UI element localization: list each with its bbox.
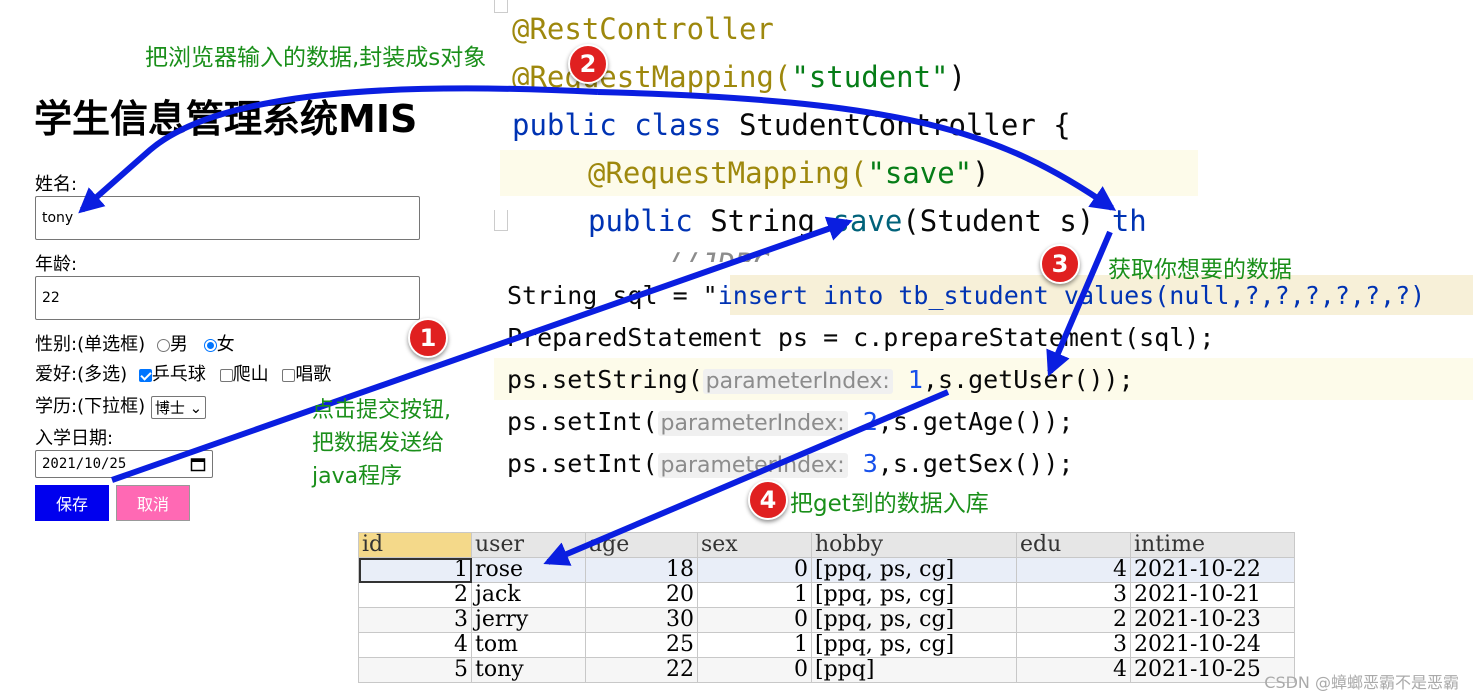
step4-note: 把get到的数据入库 — [790, 491, 989, 517]
step1-badge: 1 — [408, 318, 448, 358]
step1-note: 点击提交按钮, 把数据发送给 java程序 — [312, 394, 451, 493]
step2-badge: 2 — [568, 44, 608, 84]
watermark: CSDN @蟑螂恶霸不是恶霸 — [1264, 673, 1459, 692]
step3-note: 获取你想要的数据 — [1108, 257, 1292, 283]
arrow-step2-to-param — [597, 89, 1117, 211]
step1-note-line1: 点击提交按钮, — [312, 398, 451, 423]
arrow-step2-to-form — [78, 85, 599, 214]
arrow-step1 — [111, 216, 853, 483]
step4-badge: 4 — [748, 480, 788, 520]
arrow-step4 — [543, 389, 950, 566]
step1-note-line3: java程序 — [312, 464, 403, 489]
step3-badge: 3 — [1040, 244, 1080, 284]
step1-note-line2: 把数据发送给 — [312, 431, 445, 456]
step2-note: 把浏览器输入的数据,封装成s对象 — [145, 45, 487, 71]
annotation-arrows — [78, 85, 1117, 566]
